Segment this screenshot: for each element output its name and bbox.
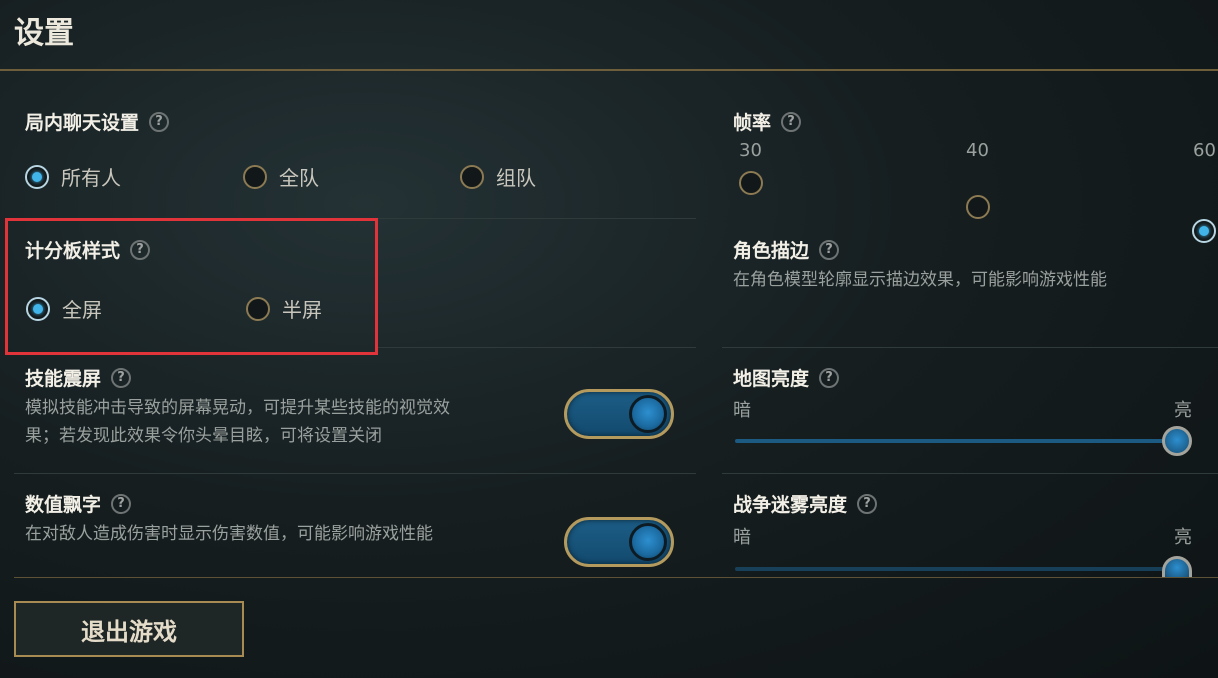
chat-option-label: 组队 xyxy=(496,166,536,190)
row-divider xyxy=(722,347,1218,348)
framerate-40-radio[interactable] xyxy=(966,195,990,219)
radio-selected-icon xyxy=(25,164,49,189)
chat-option-all[interactable]: 所有人 xyxy=(25,162,121,191)
fog-brightness-max-label: 亮 xyxy=(1174,527,1192,548)
shake-toggle[interactable] xyxy=(564,389,674,439)
framerate-title: 帧率 ? xyxy=(733,108,802,135)
scoreboard-title: 计分板样式 ? xyxy=(25,236,151,263)
damage-numbers-toggle[interactable] xyxy=(564,517,674,567)
outline-help-icon[interactable]: ? xyxy=(819,239,840,260)
toggle-knob xyxy=(629,523,667,561)
outline-title: 角色描边 ? xyxy=(733,236,840,263)
map-brightness-max-label: 亮 xyxy=(1174,400,1192,421)
scoreboard-option-half[interactable]: 半屏 xyxy=(246,294,322,323)
scoreboard-help-icon[interactable]: ? xyxy=(130,239,151,260)
map-brightness-help-icon[interactable]: ? xyxy=(819,367,840,388)
chat-option-party[interactable]: 组队 xyxy=(460,162,536,191)
header-divider xyxy=(0,69,1218,71)
map-brightness-slider-track[interactable] xyxy=(735,439,1177,443)
map-brightness-title: 地图亮度 ? xyxy=(733,364,840,391)
scoreboard-label: 计分板样式 xyxy=(25,240,121,262)
damage-numbers-description: 在对敌人造成伤害时显示伤害数值，可能影响游戏性能 xyxy=(25,524,433,544)
shake-title: 技能震屏 ? xyxy=(25,364,132,391)
fog-brightness-help-icon[interactable]: ? xyxy=(857,493,878,514)
footer-divider xyxy=(14,577,1218,578)
framerate-30-label: 30 xyxy=(739,140,762,161)
radio-unselected-icon xyxy=(246,296,270,321)
shake-description-line2: 果；若发现此效果令你头晕目眩，可将设置关闭 xyxy=(25,426,382,446)
framerate-60-radio[interactable] xyxy=(1192,219,1216,243)
exit-game-button[interactable]: 退出游戏 xyxy=(14,601,244,657)
radio-unselected-icon xyxy=(243,164,267,189)
outline-description: 在角色模型轮廓显示描边效果，可能影响游戏性能 xyxy=(733,270,1107,290)
fog-brightness-title: 战争迷雾亮度 ? xyxy=(733,490,878,517)
fog-brightness-label: 战争迷雾亮度 xyxy=(733,494,848,516)
damage-numbers-help-icon[interactable]: ? xyxy=(111,493,132,514)
shake-description-line1: 模拟技能冲击导致的屏幕晃动，可提升某些技能的视觉效 xyxy=(25,398,450,418)
radio-selected-icon xyxy=(26,296,50,321)
framerate-label: 帧率 xyxy=(733,112,772,134)
map-brightness-min-label: 暗 xyxy=(733,400,751,421)
map-brightness-label: 地图亮度 xyxy=(733,368,810,390)
framerate-help-icon[interactable]: ? xyxy=(781,111,802,132)
chat-help-icon[interactable]: ? xyxy=(149,111,170,132)
chat-option-label: 全队 xyxy=(279,166,319,190)
radio-unselected-icon xyxy=(460,164,484,189)
shake-label: 技能震屏 xyxy=(25,368,102,390)
fog-brightness-slider-track[interactable] xyxy=(735,567,1177,571)
fog-brightness-min-label: 暗 xyxy=(733,527,751,548)
scoreboard-option-label: 全屏 xyxy=(62,298,102,322)
scoreboard-option-full[interactable]: 全屏 xyxy=(26,294,102,323)
damage-numbers-title: 数值飘字 ? xyxy=(25,490,132,517)
chat-option-label: 所有人 xyxy=(61,166,121,190)
page-title: 设置 xyxy=(14,16,74,51)
row-divider xyxy=(722,473,1218,474)
damage-numbers-label: 数值飘字 xyxy=(25,494,102,516)
chat-settings-label: 局内聊天设置 xyxy=(25,112,140,134)
fog-brightness-slider-thumb[interactable] xyxy=(1162,556,1192,578)
map-brightness-slider-thumb[interactable] xyxy=(1162,426,1192,456)
row-divider xyxy=(14,473,696,474)
chat-settings-title: 局内聊天设置 ? xyxy=(25,108,170,135)
framerate-40-label: 40 xyxy=(966,140,989,161)
toggle-knob xyxy=(629,395,667,433)
framerate-60-label: 60 xyxy=(1193,140,1216,161)
framerate-30-radio[interactable] xyxy=(739,171,763,195)
chat-option-team[interactable]: 全队 xyxy=(243,162,319,191)
shake-help-icon[interactable]: ? xyxy=(111,367,132,388)
scoreboard-option-label: 半屏 xyxy=(282,298,322,322)
row-divider xyxy=(378,347,696,348)
outline-label: 角色描边 xyxy=(733,240,810,262)
